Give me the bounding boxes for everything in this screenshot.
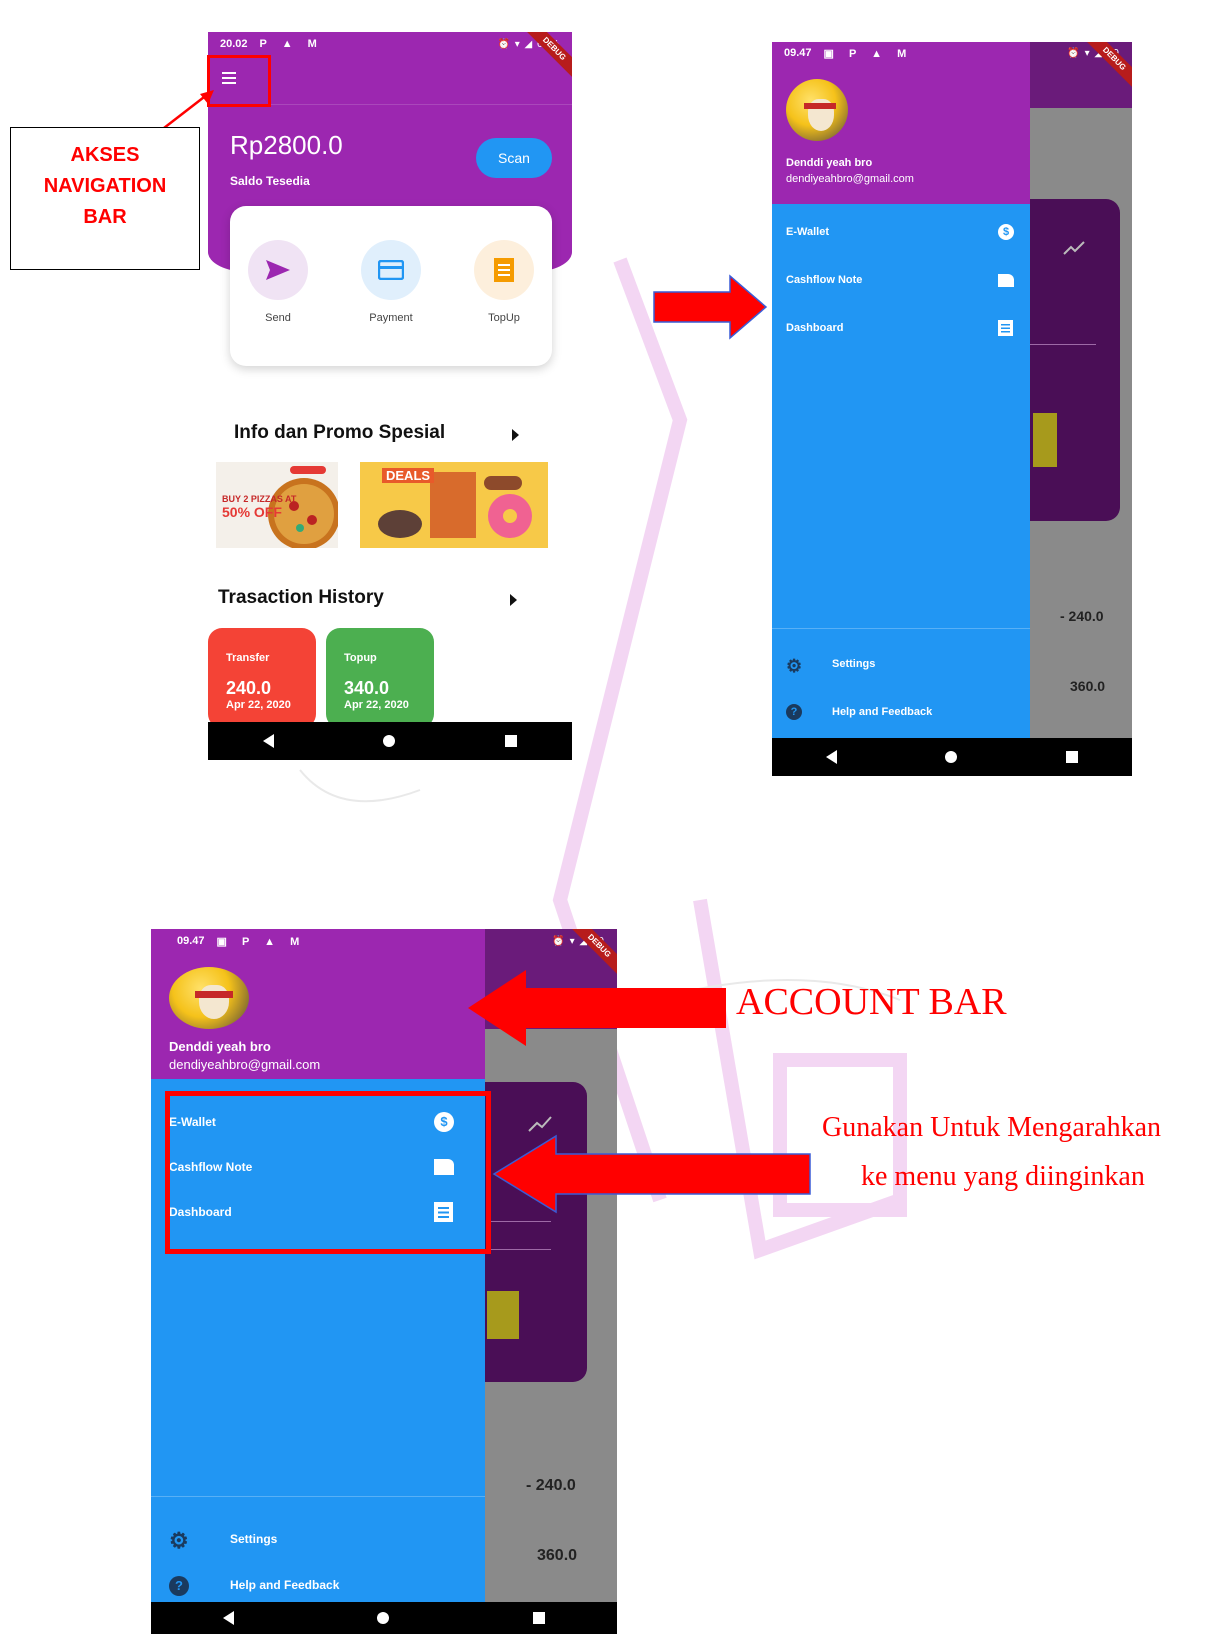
home-icon[interactable] [945, 751, 958, 763]
transaction-type: Transfer [226, 652, 270, 664]
navigation-drawer: Denddi yeah bro dendiyeahbro@gmail.com E… [772, 42, 1030, 776]
drawer-item-cashflow-note[interactable]: Cashflow Note [772, 268, 1030, 292]
avatar[interactable] [786, 79, 848, 141]
home-icon[interactable] [377, 1612, 390, 1624]
transaction-date: Apr 22, 2020 [344, 699, 409, 711]
trend-icon [1063, 241, 1085, 255]
list-icon [998, 320, 1013, 336]
menu-note-line1: Gunakan Untuk Mengarahkan [822, 1112, 1162, 1143]
payment-label: Payment [369, 312, 413, 324]
promo-deals-label: DEALS [382, 468, 435, 483]
payment-action[interactable]: Payment [351, 240, 431, 324]
arrow-right-icon [653, 274, 768, 340]
gear-icon: ⚙ [169, 1528, 189, 1553]
status-icons: ▣ P ▲ M [216, 935, 306, 948]
android-nav-bar [772, 738, 1132, 776]
status-bar: 20.02 P ▲ M ⏰ ▾ ◢ 69% [208, 32, 572, 56]
transaction-value: 340.0 [344, 678, 390, 698]
account-email: dendiyeahbro@gmail.com [169, 1057, 321, 1072]
help-icon: ? [786, 704, 802, 720]
recents-icon[interactable] [505, 735, 518, 747]
status-bar: 09.47 ▣ P ▲ M ⏰ ▾ ◢ 29 [772, 42, 1132, 64]
status-time: 09.47 [784, 47, 812, 59]
transaction-card[interactable]: Topup 340.0 Apr 22, 2020 [326, 628, 434, 728]
promo-banner-pizza[interactable]: BUY 2 PIZZAS AT 50% OFF [216, 462, 338, 548]
drawer-item-ewallet[interactable]: E-Wallet $ [772, 220, 1030, 244]
transaction-value: 240.0 [226, 678, 272, 698]
help-icon: ? [169, 1576, 189, 1596]
dollar-icon: $ [998, 224, 1014, 240]
account-name: Denddi yeah bro [786, 157, 873, 169]
history-section-title: Trasaction History [218, 587, 384, 608]
topup-label: TopUp [488, 312, 520, 324]
account-bar-label: ACCOUNT BAR [736, 981, 1007, 1023]
send-icon [248, 240, 308, 300]
quick-actions-card: Send Payment TopUp [230, 206, 552, 366]
status-bar: 09.47 ▣ P ▲ M ⏰ ▾ ◢ 29 [151, 929, 617, 953]
android-nav-bar [208, 722, 572, 760]
drawer-item-dashboard[interactable]: Dashboard [772, 316, 1030, 340]
promo-section-title: Info dan Promo Spesial [234, 422, 446, 443]
main-screen-phone: 20.02 P ▲ M ⏰ ▾ ◢ 69% DEBUG Rp2800.0 Sal… [208, 32, 572, 760]
balance-amount: Rp2800.0 [230, 130, 343, 160]
status-icons: ▣ P ▲ M [823, 47, 913, 60]
note-icon [998, 274, 1014, 287]
status-icons: P ▲ M [259, 38, 323, 50]
account-header: Denddi yeah bro dendiyeahbro@gmail.com [772, 42, 1030, 204]
transaction-card[interactable]: Transfer 240.0 Apr 22, 2020 [208, 628, 316, 728]
transaction-type: Topup [344, 652, 377, 664]
avatar[interactable] [169, 967, 249, 1029]
history-more-arrow-icon[interactable] [510, 594, 517, 606]
transaction-date: Apr 22, 2020 [226, 699, 291, 711]
recents-icon[interactable] [533, 1612, 546, 1624]
account-name: Denddi yeah bro [169, 1039, 271, 1054]
android-nav-bar [151, 1602, 617, 1634]
menu-highlight [165, 1091, 491, 1254]
topup-action[interactable]: TopUp [464, 240, 544, 324]
pointer-arrow [163, 90, 214, 129]
recents-icon[interactable] [1065, 751, 1078, 763]
navigation-bar-note: AKSES NAVIGATION BAR [10, 127, 200, 270]
gear-icon: ⚙ [786, 656, 803, 676]
promo-pizza-line1: BUY 2 PIZZAS AT [222, 494, 297, 504]
dimmed-value: - 240.0 [1060, 608, 1104, 624]
card-icon [361, 240, 421, 300]
status-time: 09.47 [177, 935, 205, 947]
account-bar-arrow-icon [468, 970, 726, 1046]
receipt-icon [474, 240, 534, 300]
trend-icon [528, 1116, 552, 1132]
menu-arrow-icon [492, 1134, 811, 1214]
send-action[interactable]: Send [238, 240, 318, 324]
dimmed-value: 360.0 [1070, 678, 1106, 694]
back-icon[interactable] [262, 734, 274, 748]
dimmed-value: 360.0 [537, 1547, 578, 1564]
back-icon[interactable] [826, 750, 838, 764]
send-label: Send [265, 312, 291, 324]
promo-more-arrow-icon[interactable] [512, 429, 519, 441]
drawer-screen-phone: - 240.0 360.0 Denddi yeah bro dendiyeahb… [772, 42, 1132, 776]
dimmed-value: - 240.0 [526, 1477, 576, 1494]
scan-button[interactable]: Scan [476, 138, 552, 178]
home-icon[interactable] [383, 735, 396, 747]
menu-note-line2: ke menu yang diinginkan [861, 1161, 1145, 1192]
balance-label: Saldo Tesedia [230, 174, 310, 188]
back-icon[interactable] [222, 1611, 234, 1625]
navigation-drawer: Denddi yeah bro dendiyeahbro@gmail.com E… [151, 929, 485, 1634]
promo-banner-deals[interactable]: DEALS [360, 462, 548, 548]
promo-pizza-line2: 50% OFF [222, 504, 282, 520]
account-email: dendiyeahbro@gmail.com [786, 173, 914, 185]
status-time: 20.02 [220, 38, 248, 50]
canvas: { "main_screen": { "status_time": "20.02… [0, 0, 1222, 1634]
